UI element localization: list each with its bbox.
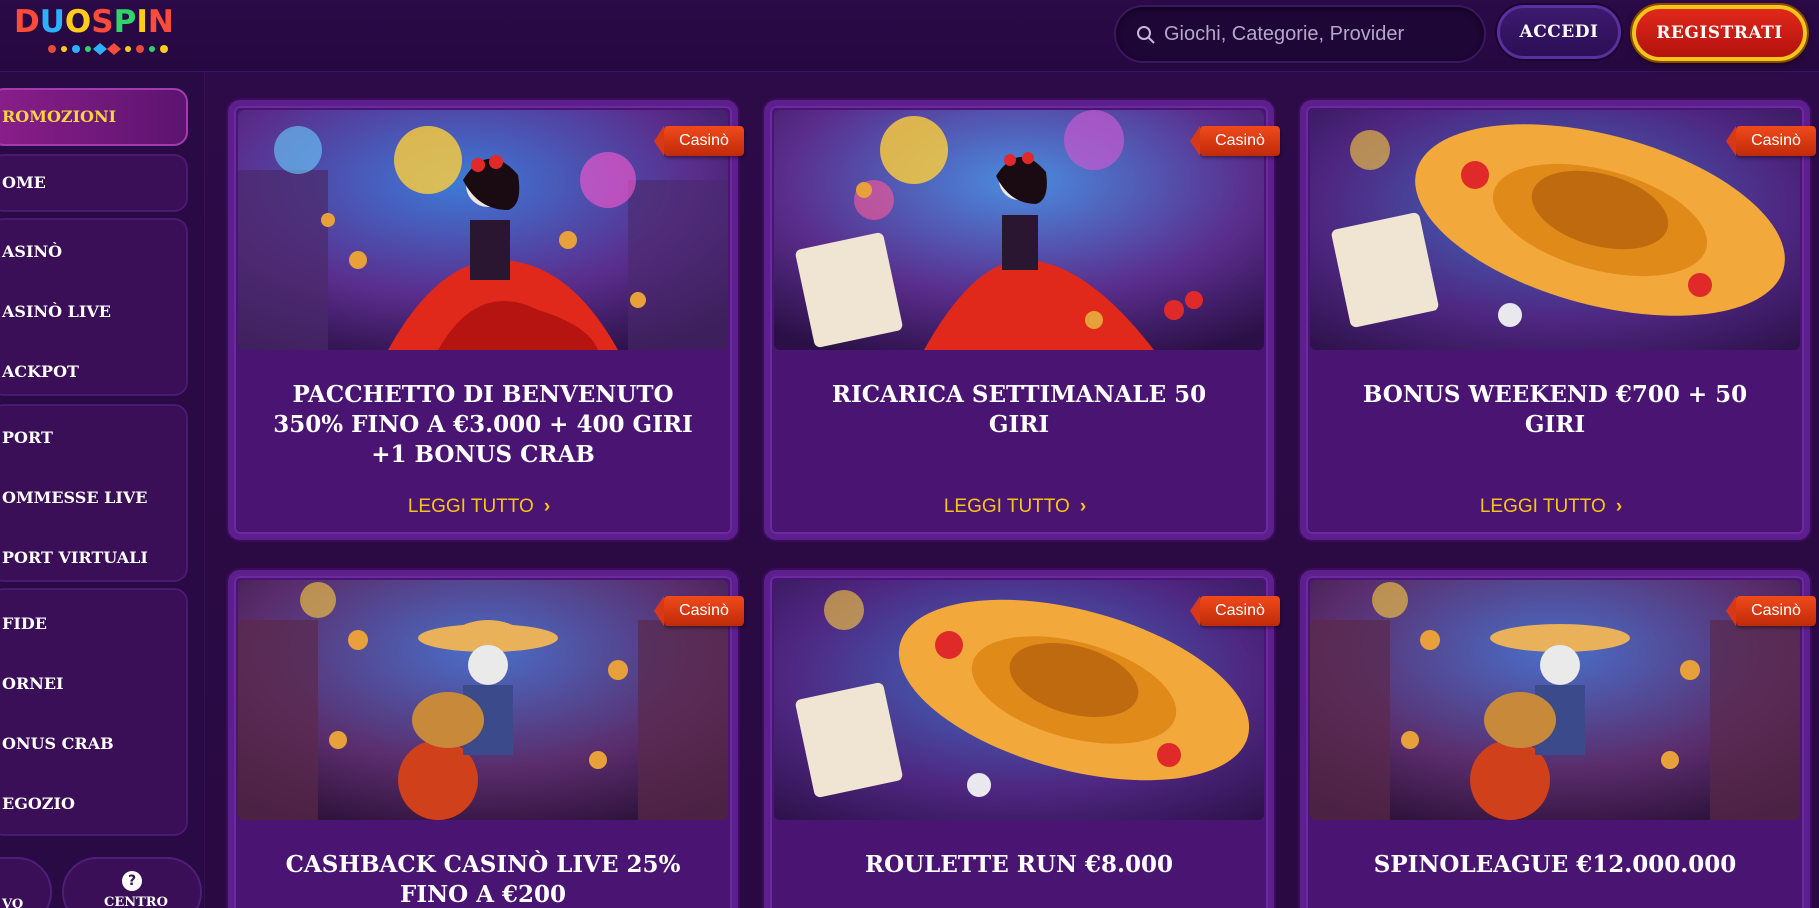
sidebar-item-home[interactable]: OME: [0, 156, 186, 210]
sidebar-group-sport: PORT OMMESSE LIVE PORT VIRTUALI: [0, 404, 188, 582]
card-title: PACCHETTO DI BENVENUTO 350% FINO A €3.00…: [273, 381, 693, 468]
chevron-right-icon: ›: [1615, 496, 1623, 517]
sidebar-item-sport[interactable]: PORT: [0, 408, 186, 468]
search-input[interactable]: [1164, 19, 1464, 49]
card-body: PACCHETTO DI BENVENUTO 350% FINO A €3.00…: [238, 358, 728, 470]
sidebar-item-promozioni[interactable]: ROMOZIONI: [0, 88, 188, 146]
card-title: ROULETTE RUN €8.000: [864, 851, 1174, 878]
card-body: SPINOLEAGUE €12.000.000: [1310, 828, 1800, 880]
sidebar-item-scommesse-live[interactable]: OMMESSE LIVE: [0, 468, 186, 528]
logo-ornament-icon: [48, 43, 168, 55]
category-badge: Casinò: [654, 126, 744, 156]
promo-card[interactable]: Casinò PACCHETTO DI BENVENUTO 350% FINO …: [228, 100, 744, 540]
sidebar-group-casino: ASINÒ ASINÒ LIVE ACKPOT: [0, 218, 188, 396]
page: DUOSPIN ACCEDI REGISTRATI ROMOZIONI: [0, 0, 1819, 908]
sidebar-item-casino-live[interactable]: ASINÒ LIVE: [0, 282, 186, 342]
sidebar-item-sport-virtuali[interactable]: PORT VIRTUALI: [0, 528, 186, 588]
card-body: CASHBACK CASINÒ LIVE 25% FINO A €200: [238, 828, 728, 908]
top-header: DUOSPIN ACCEDI REGISTRATI: [0, 0, 1819, 72]
help-center-button[interactable]: ? CENTRO: [62, 857, 202, 908]
sidebar-item-jackpot[interactable]: ACKPOT: [0, 342, 186, 402]
search-box[interactable]: [1114, 5, 1486, 63]
card-title: BONUS WEEKEND €700 + 50 GIRI: [1362, 381, 1748, 438]
search-icon: [1137, 26, 1155, 44]
card-body: ROULETTE RUN €8.000: [774, 828, 1264, 880]
read-more-label: LEGGI TUTTO: [407, 496, 534, 517]
sidebar: ROMOZIONI OME ASINÒ ASINÒ LIVE ACKPOT PO…: [0, 72, 205, 908]
chevron-right-icon: ›: [543, 496, 551, 517]
bottom-left-label: VO: [2, 897, 24, 908]
card-title: RICARICA SETTIMANALE 50 GIRI: [831, 381, 1207, 438]
help-center-label: CENTRO: [104, 895, 168, 908]
promo-card[interactable]: Casinò RICARICA SETTIMANALE 50 GIRI LEGG…: [764, 100, 1280, 540]
logo-wordmark: DUOSPIN: [14, 4, 174, 40]
login-button[interactable]: ACCEDI: [1497, 5, 1621, 59]
bottom-left-pill[interactable]: VO: [0, 857, 52, 908]
category-badge: Casinò: [1726, 126, 1816, 156]
category-badge: Casinò: [1190, 596, 1280, 626]
sidebar-item-bonus-crab[interactable]: ONUS CRAB: [0, 714, 186, 774]
card-title: CASHBACK CASINÒ LIVE 25% FINO A €200: [285, 851, 681, 908]
sidebar-group-home: OME: [0, 154, 188, 212]
promo-card[interactable]: Casinò CASHBACK CASINÒ LIVE 25% FINO A €…: [228, 570, 744, 908]
read-more-link[interactable]: LEGGI TUTTO ›: [1306, 496, 1796, 518]
help-icon: ?: [122, 871, 142, 891]
promo-card[interactable]: Casinò BONUS WEEKEND €700 + 50 GIRI LEGG…: [1300, 100, 1816, 540]
sidebar-item-label: ROMOZIONI: [2, 107, 117, 126]
promo-card[interactable]: Casinò ROULETTE RUN €8.000: [764, 570, 1280, 908]
read-more-link[interactable]: LEGGI TUTTO ›: [234, 496, 724, 518]
promo-card[interactable]: Casinò SPINOLEAGUE €12.000.000: [1300, 570, 1816, 908]
card-body: RICARICA SETTIMANALE 50 GIRI: [774, 358, 1264, 440]
sidebar-item-casino[interactable]: ASINÒ: [0, 222, 186, 282]
chevron-right-icon: ›: [1079, 496, 1087, 517]
sidebar-group-extras: FIDE ORNEI ONUS CRAB EGOZIO: [0, 588, 188, 836]
register-button[interactable]: REGISTRATI: [1632, 5, 1807, 61]
sidebar-item-sfide[interactable]: FIDE: [0, 594, 186, 654]
read-more-link[interactable]: LEGGI TUTTO ›: [770, 496, 1260, 518]
duospin-logo[interactable]: DUOSPIN: [14, 4, 184, 60]
category-badge: Casinò: [1190, 126, 1280, 156]
category-badge: Casinò: [1726, 596, 1816, 626]
card-body: BONUS WEEKEND €700 + 50 GIRI: [1310, 358, 1800, 440]
sidebar-item-tornei[interactable]: ORNEI: [0, 654, 186, 714]
read-more-label: LEGGI TUTTO: [943, 496, 1070, 517]
sidebar-item-negozio[interactable]: EGOZIO: [0, 774, 186, 834]
category-badge: Casinò: [654, 596, 744, 626]
card-title: SPINOLEAGUE €12.000.000: [1373, 851, 1737, 878]
read-more-label: LEGGI TUTTO: [1479, 496, 1606, 517]
